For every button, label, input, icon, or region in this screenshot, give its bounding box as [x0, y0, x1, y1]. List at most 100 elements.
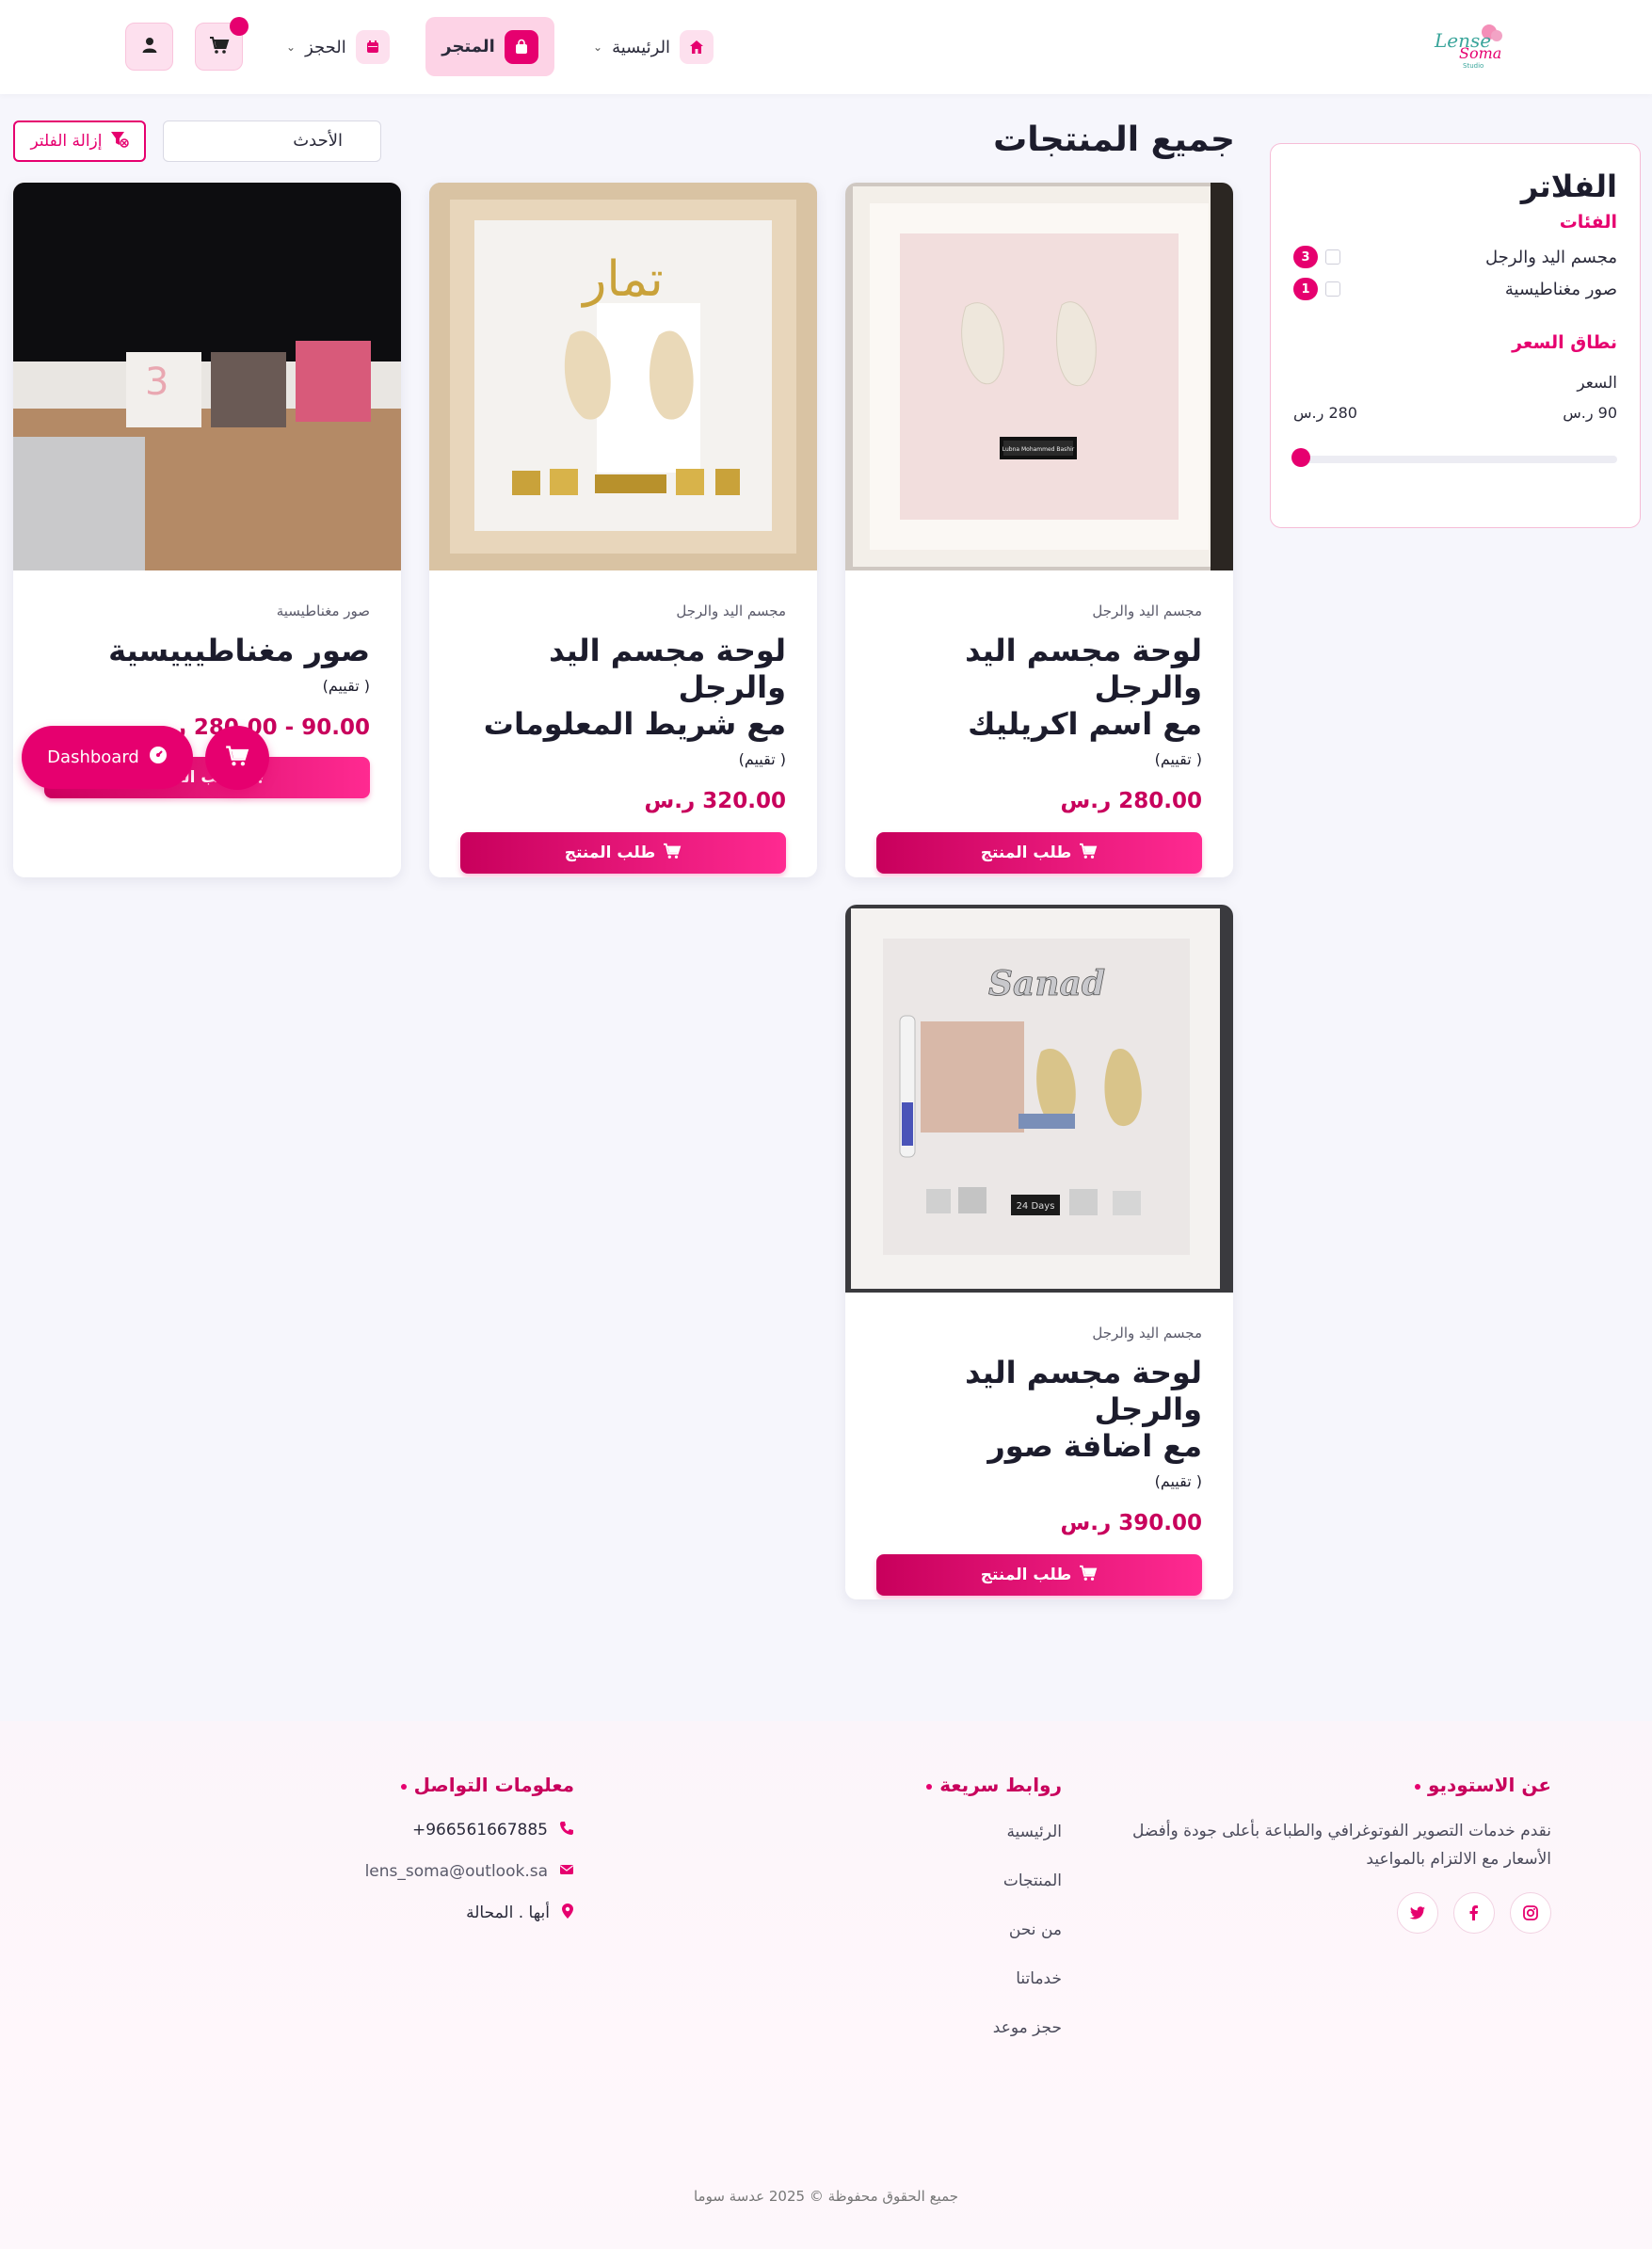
footer-contact: معلومات التواصل +966561667885 lens_soma@… — [301, 1774, 574, 1934]
category-filter-magnetic[interactable]: صور مغناطيسية 1 — [1293, 278, 1617, 300]
footer-links-title: روابط سريعة — [781, 1774, 1062, 1796]
product-image[interactable]: Sanad 24 Days — [845, 905, 1233, 1293]
nav-booking-label: الحجز — [305, 37, 346, 57]
product-name-line2: مع شريط المعلومات — [483, 706, 786, 742]
product-name-line2: مع اسم اكريليك — [968, 706, 1202, 742]
image-days-text: 24 Days — [1017, 1201, 1055, 1212]
footer-about-title: عن الاستوديو — [1111, 1774, 1551, 1796]
footer-email[interactable]: lens_soma@outlook.sa — [301, 1851, 574, 1892]
footer-link-about[interactable]: من نحن — [781, 1905, 1062, 1954]
image-name-text: Sanad — [988, 964, 1105, 1004]
footer-phone-text: +966561667885 — [411, 1821, 548, 1839]
map-pin-icon — [561, 1903, 574, 1924]
nav-booking[interactable]: الحجز ⌄ — [286, 23, 390, 72]
category-label: صور مغناطيسية — [1504, 279, 1617, 299]
footer-email-text: lens_soma@outlook.sa — [364, 1862, 548, 1881]
home-icon — [680, 30, 714, 64]
product-rating: ( تقييم) — [322, 677, 370, 695]
product-name: لوحة مجسم اليد والرجل مع اسم اكريليك — [876, 633, 1202, 743]
footer-about-text: نقدم خدمات التصوير الفوتوغرافي والطباعة … — [1131, 1822, 1551, 1869]
product-category: مجسم اليد والرجل — [1092, 602, 1202, 619]
image-name-text: تمار — [580, 251, 664, 308]
order-product-button[interactable]: طلب المنتج — [460, 832, 786, 874]
clear-filter-button[interactable]: إزالة الفلتر — [13, 120, 146, 162]
filters-panel: الفلاتر الفئات مجسم اليد والرجل 3 صور مغ… — [1270, 143, 1641, 528]
product-image[interactable]: تمار — [429, 183, 817, 570]
category-filter-hand-foot[interactable]: مجسم اليد والرجل 3 — [1293, 246, 1617, 268]
copyright-text: جميع الحقوق محفوظة © 2025 عدسة سوما — [693, 2188, 959, 2205]
bullet-dot-icon — [926, 1783, 933, 1790]
categories-title: الفئات — [1559, 212, 1617, 233]
product-category: مجسم اليد والرجل — [1092, 1325, 1202, 1341]
cart-icon — [209, 36, 230, 58]
nav-home-label: الرئيسية — [612, 37, 671, 57]
footer-link-booking[interactable]: حجز موعد — [781, 2003, 1062, 2052]
product-card[interactable]: Sanad 24 Days مجسم اليد والرجل لوحة مجسم… — [845, 905, 1233, 1599]
footer-phone[interactable]: +966561667885 — [301, 1809, 574, 1851]
product-rating: ( تقييم) — [1154, 750, 1202, 768]
phone-icon — [559, 1821, 574, 1840]
footer-about-title-text: عن الاستوديو — [1427, 1774, 1551, 1796]
nav-home[interactable]: الرئيسية ⌄ — [593, 23, 714, 72]
product-card[interactable]: Lubna Mohammed Bashir مجسم اليد والرجل ل… — [845, 183, 1233, 877]
calendar-icon — [355, 30, 390, 64]
site-header: Lense Soma Studio الرئيسية ⌄ المتجر الحج… — [0, 0, 1652, 94]
filter-clear-icon — [110, 131, 129, 153]
product-image[interactable]: 3 — [13, 183, 401, 570]
cart-icon — [225, 745, 249, 771]
facebook-icon[interactable] — [1453, 1892, 1495, 1934]
order-product-button[interactable]: طلب المنتج — [876, 832, 1202, 874]
footer-contact-title-text: معلومات التواصل — [413, 1774, 574, 1796]
product-image[interactable]: Lubna Mohammed Bashir — [845, 183, 1233, 570]
brand-logo[interactable]: Lense Soma Studio — [1431, 19, 1516, 72]
product-name-line1: لوحة مجسم اليد والرجل — [965, 1355, 1202, 1427]
instagram-icon[interactable] — [1510, 1892, 1551, 1934]
bullet-dot-icon — [400, 1783, 407, 1790]
footer-address-text: أبها . المحالة — [466, 1904, 550, 1922]
footer-link-home[interactable]: الرئيسية — [781, 1807, 1062, 1856]
cart-button[interactable] — [195, 17, 249, 71]
product-name: صور مغناطيييسية — [44, 633, 370, 669]
order-product-button[interactable]: طلب المنتج — [876, 1554, 1202, 1596]
price-max: 280 ر.س — [1293, 404, 1357, 422]
cart-icon — [1079, 1565, 1098, 1586]
cart-badge — [230, 17, 249, 36]
footer-link-services[interactable]: خدماتنا — [781, 1954, 1062, 2003]
product-category: مجسم اليد والرجل — [676, 602, 786, 619]
product-name-line1: صور مغناطيييسية — [108, 633, 370, 668]
category-checkbox[interactable] — [1325, 281, 1340, 297]
order-button-label: طلب المنتج — [980, 1566, 1072, 1584]
floating-cart-button[interactable] — [205, 726, 269, 790]
product-name: لوحة مجسم اليد والرجل مع شريط المعلومات — [460, 633, 786, 743]
user-icon — [141, 37, 158, 57]
category-checkbox[interactable] — [1325, 249, 1340, 265]
nav-store[interactable]: المتجر — [425, 17, 554, 76]
price-label: السعر — [1577, 374, 1617, 393]
svg-text:Soma: Soma — [1459, 44, 1501, 62]
footer-address: أبها . المحالة — [301, 1892, 574, 1934]
filters-title: الفلاتر — [1520, 169, 1617, 204]
footer-links-title-text: روابط سريعة — [939, 1774, 1062, 1796]
account-button[interactable] — [125, 23, 173, 71]
category-count: 3 — [1293, 246, 1318, 268]
dashboard-button[interactable]: Dashboard — [22, 726, 193, 789]
order-button-label: طلب المنتج — [980, 843, 1072, 862]
svg-text:Studio: Studio — [1463, 62, 1484, 70]
footer-about: عن الاستوديو نقدم خدمات التصوير الفوتوغر… — [1111, 1774, 1551, 1934]
category-label: مجسم اليد والرجل — [1485, 247, 1617, 267]
product-price: 320.00 ر.س — [644, 789, 787, 813]
nav-store-label: المتجر — [441, 37, 495, 56]
product-card[interactable]: تمار مجسم اليد والرجل لوحة مجسم اليد وال… — [429, 183, 817, 877]
price-slider-handle[interactable] — [1291, 448, 1310, 467]
product-name-line2: مع اضافة صور — [987, 1428, 1202, 1464]
image-number-text: 3 — [145, 361, 168, 404]
twitter-icon[interactable] — [1397, 1892, 1438, 1934]
social-links — [1111, 1892, 1551, 1934]
footer-link-products[interactable]: المنتجات — [781, 1856, 1062, 1905]
gauge-icon — [149, 746, 168, 769]
category-count: 1 — [1293, 278, 1318, 300]
sort-select[interactable]: الأحدث — [163, 120, 381, 162]
price-slider-track[interactable] — [1293, 456, 1617, 463]
cart-icon — [663, 843, 682, 864]
price-range-values: 90 ر.س 280 ر.س — [1293, 404, 1617, 422]
